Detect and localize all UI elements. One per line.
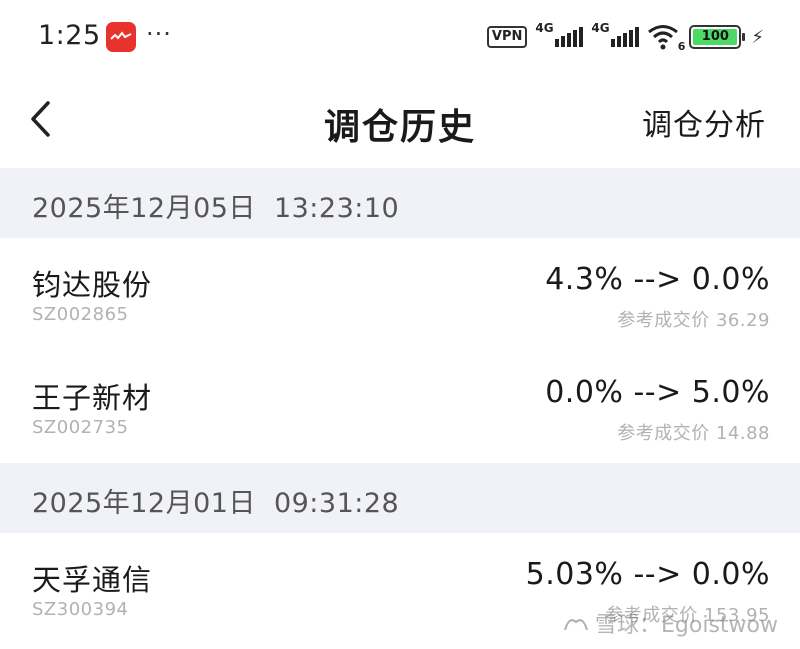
watermark: 雪球：Egoistwow: [563, 607, 778, 639]
battery-level: 100: [693, 29, 738, 45]
watermark-text: 雪球：Egoistwow: [595, 613, 778, 638]
group-date: 2025年12月05日: [32, 193, 256, 224]
stock-code: SZ002865: [32, 304, 129, 325]
network-type-label: 4G: [591, 21, 610, 35]
status-icons: VPN 4G 4G 6 100 ⚡: [486, 21, 764, 53]
weight-change: 4.3% --> 0.0%: [545, 262, 770, 297]
list-item[interactable]: 王子新材 SZ002735 0.0% --> 5.0% 参考成交价 14.88: [0, 351, 800, 464]
stock-code: SZ002735: [32, 417, 129, 438]
battery-icon: 100: [689, 25, 746, 49]
clock: 1:25: [38, 20, 101, 51]
network-type-label: 4G: [535, 21, 554, 35]
group-date: 2025年12月01日: [32, 488, 256, 519]
status-bar: 1:25 ··· VPN 4G 4G 6 100 ⚡: [0, 0, 800, 76]
list-item[interactable]: 钧达股份 SZ002865 4.3% --> 0.0% 参考成交价 36.29: [0, 238, 800, 351]
wifi-version-label: 6: [677, 40, 686, 53]
stock-name: 天孚通信: [32, 563, 153, 597]
group-header: 2025年12月05日 13:23:10: [0, 168, 800, 238]
weight-change: 5.03% --> 0.0%: [525, 557, 770, 592]
group-header: 2025年12月01日 09:31:28: [0, 463, 800, 533]
nav-bar: 调仓历史 调仓分析: [0, 76, 800, 166]
reference-price: 参考成交价 36.29: [617, 310, 770, 331]
vpn-badge: VPN: [486, 26, 528, 48]
cell-signal-icon-1: 4G: [535, 21, 584, 51]
stock-name: 王子新材: [32, 381, 153, 415]
app-notification-icon: [106, 22, 136, 52]
charging-icon: ⚡: [751, 26, 764, 48]
cell-signal-icon-2: 4G: [591, 21, 640, 51]
stock-name: 钧达股份: [32, 268, 153, 302]
reference-price: 参考成交价 14.88: [617, 423, 770, 444]
stock-code: SZ300394: [32, 599, 129, 620]
group-time: 13:23:10: [273, 193, 400, 224]
group-time: 09:31:28: [273, 488, 400, 519]
weight-change: 0.0% --> 5.0%: [545, 375, 770, 410]
snowball-logo-icon: [564, 619, 588, 631]
wifi-icon: 6: [647, 23, 685, 53]
rebalance-analysis-button[interactable]: 调仓分析: [642, 100, 766, 144]
more-notifications-icon: ···: [146, 20, 172, 48]
